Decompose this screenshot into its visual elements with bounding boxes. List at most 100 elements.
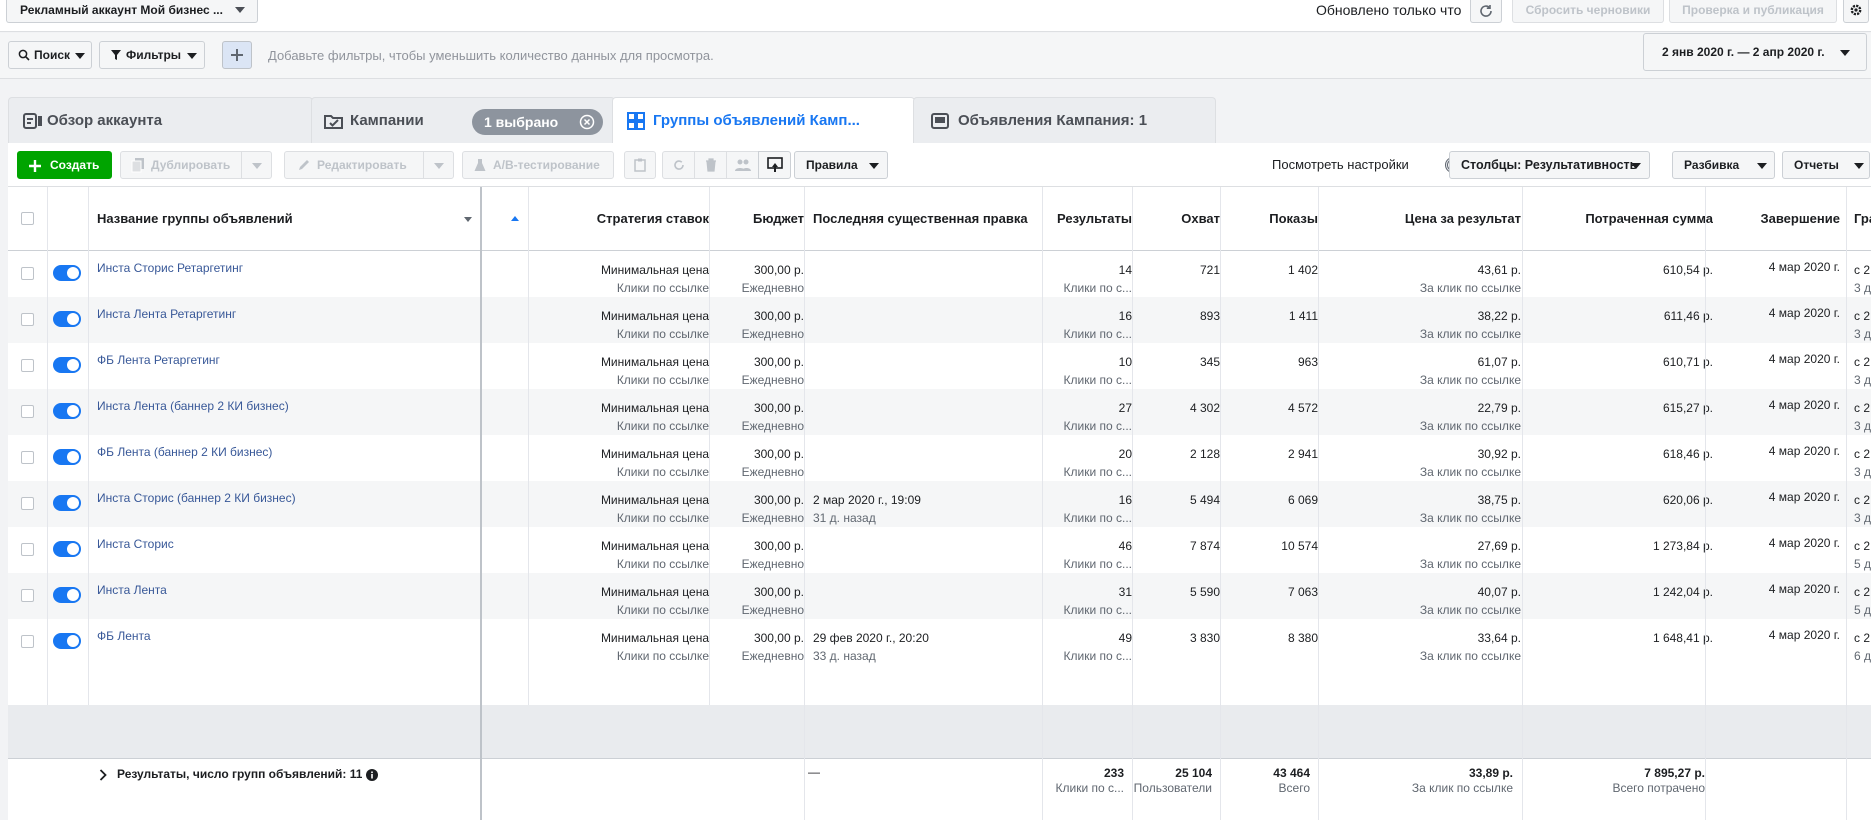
row-checkbox[interactable] <box>21 497 34 510</box>
campaign-folder-icon <box>324 115 343 129</box>
settings-button[interactable] <box>1843 0 1869 23</box>
impressions: 963 <box>1297 355 1318 369</box>
sort-asc-icon[interactable] <box>511 216 519 221</box>
ad-set-status-toggle[interactable] <box>53 449 81 465</box>
ad-set-name[interactable]: Инста Сторис <box>97 537 472 551</box>
selected-badge[interactable]: 1 выбрано <box>472 109 603 135</box>
rules-button[interactable]: Правила <box>794 151 888 179</box>
search-button[interactable]: Поиск <box>8 41 92 69</box>
ad-set-status-toggle[interactable] <box>53 587 81 603</box>
bid-strategy: Минимальная цена <box>600 447 709 461</box>
table-row[interactable]: ФБ Лента Минимальная цена Клики по ссылке 3… <box>8 619 1871 665</box>
tab-account-overview[interactable]: Обзор аккаунта <box>8 97 313 143</box>
edit-button[interactable]: Редактировать <box>284 151 454 179</box>
row-checkbox[interactable] <box>21 405 34 418</box>
discard-drafts-button[interactable]: Сбросить черновики <box>1512 0 1664 23</box>
table-row[interactable]: Инста Сторис Минимальная цена Клики по ссы… <box>8 527 1871 573</box>
row-checkbox[interactable] <box>21 451 34 464</box>
row-checkbox[interactable] <box>21 589 34 602</box>
ad-set-name[interactable]: Инста Лента <box>97 583 472 597</box>
col-amount-spent[interactable]: Потраченная сумма <box>1530 187 1713 251</box>
result-type: Клики по с... <box>1063 649 1133 663</box>
ad-set-status-toggle[interactable] <box>53 495 81 511</box>
audience-button[interactable] <box>726 151 759 179</box>
info-icon[interactable] <box>366 769 378 781</box>
ad-set-status-toggle[interactable] <box>53 633 81 649</box>
col-reach[interactable]: Охват <box>1140 187 1220 251</box>
ad-set-status-toggle[interactable] <box>53 311 81 327</box>
table-row[interactable]: Инста Сторис (баннер 2 КИ бизнес) Минимал… <box>8 481 1871 527</box>
col-ends[interactable]: Завершение <box>1726 187 1840 251</box>
result-type: Клики по с... <box>1063 511 1133 525</box>
ad-set-name[interactable]: Инста Лента (баннер 2 КИ бизнес) <box>97 399 472 413</box>
col-name[interactable]: Название группы объявлений <box>97 187 293 251</box>
row-checkbox[interactable] <box>21 267 34 280</box>
schedule: с 2 <box>1854 493 1871 507</box>
row-checkbox[interactable] <box>21 543 34 556</box>
cost-per-result-type: За клик по ссылке <box>1419 281 1521 295</box>
table-row[interactable]: Инста Сторис Ретаргетинг Минимальная цена… <box>8 251 1871 297</box>
budget-type: Ежедневно <box>741 419 804 433</box>
ad-set-name[interactable]: Инста Сторис (баннер 2 КИ бизнес) <box>97 491 472 505</box>
ad-set-name[interactable]: Инста Сторис Ретаргетинг <box>97 261 472 275</box>
row-checkbox[interactable] <box>21 635 34 648</box>
budget: 300,00 р. <box>753 309 804 323</box>
schedule-duration: 6 д <box>1854 649 1871 663</box>
result-type: Клики по с... <box>1063 465 1133 479</box>
table-row[interactable]: Инста Лента (баннер 2 КИ бизнес) Минималь… <box>8 389 1871 435</box>
ad-set-name[interactable]: ФБ Лента <box>97 629 472 643</box>
col-cost-per-result[interactable]: Цена за результат <box>1326 187 1521 251</box>
reach: 3 830 <box>1189 631 1220 645</box>
filters-button[interactable]: Фильтры <box>99 41 205 69</box>
col-last-edit[interactable]: Последняя существенная правка <box>813 187 1045 251</box>
table-row[interactable]: Инста Лента Ретаргетинг Минимальная цена К… <box>8 297 1871 343</box>
archive-button[interactable] <box>624 151 656 179</box>
tab-ads[interactable]: Объявления Кампания: 1 <box>913 97 1216 143</box>
gear-icon <box>1850 4 1862 16</box>
row-checkbox[interactable] <box>21 313 34 326</box>
ad-set-status-toggle[interactable] <box>53 265 81 281</box>
columns-button[interactable]: Столбцы: Результативность <box>1449 151 1650 179</box>
col-budget[interactable]: Бюджет <box>720 187 804 251</box>
review-publish-button[interactable]: Проверка и публикация <box>1669 0 1837 23</box>
duplicate-button[interactable]: Дублировать <box>120 151 272 179</box>
refresh-button[interactable] <box>1470 0 1502 23</box>
col-schedule[interactable]: Гра <box>1854 187 1871 251</box>
sort-desc-icon[interactable] <box>464 217 472 222</box>
tab-campaigns[interactable]: Кампании 1 выбрано <box>311 97 615 143</box>
chevron-right-icon[interactable] <box>99 769 107 781</box>
chevron-down-icon <box>1631 163 1641 169</box>
ad-set-name[interactable]: Инста Лента Ретаргетинг <box>97 307 472 321</box>
col-impressions[interactable]: Показы <box>1228 187 1318 251</box>
create-button[interactable]: Создать <box>17 151 112 179</box>
table-row[interactable]: Инста Лента Минимальная цена Клики по ссыл… <box>8 573 1871 619</box>
breakdown-button[interactable]: Разбивка <box>1672 151 1775 179</box>
delete-button[interactable] <box>694 151 727 179</box>
cost-per-result: 43,61 р. <box>1477 263 1521 277</box>
preview-button[interactable] <box>758 151 791 179</box>
bid-optimization: Клики по ссылке <box>616 327 709 341</box>
ad-set-name[interactable]: ФБ Лента (баннер 2 КИ бизнес) <box>97 445 472 459</box>
undo-button[interactable] <box>662 151 695 179</box>
ad-set-name[interactable]: ФБ Лента Ретаргетинг <box>97 353 472 367</box>
tab-ad-sets[interactable]: Группы объявлений Камп... <box>612 97 915 144</box>
table-row[interactable]: ФБ Лента Ретаргетинг Минимальная цена Клик… <box>8 343 1871 389</box>
col-results[interactable]: Результаты <box>1050 187 1132 251</box>
col-bid-strategy[interactable]: Стратегия ставок <box>537 187 709 251</box>
row-checkbox[interactable] <box>21 359 34 372</box>
clear-selection-icon[interactable] <box>579 114 595 130</box>
tab-label: Кампании <box>350 112 424 129</box>
account-selector[interactable]: Рекламный аккаунт Мой бизнес ... <box>6 0 258 23</box>
select-all-checkbox[interactable] <box>21 212 34 225</box>
reports-button[interactable]: Отчеты <box>1782 151 1870 179</box>
amount-spent: 1 242,04 р. <box>1652 585 1713 599</box>
ad-set-status-toggle[interactable] <box>53 403 81 419</box>
ad-set-status-toggle[interactable] <box>53 541 81 557</box>
ad-set-status-toggle[interactable] <box>53 357 81 373</box>
add-filter-button[interactable] <box>222 41 252 69</box>
end-date: 4 мар 2020 г. <box>1768 398 1840 412</box>
date-range-picker[interactable]: 2 янв 2020 г. — 2 апр 2020 г. <box>1643 33 1867 71</box>
ab-test-button[interactable]: A/B-тестирование <box>462 151 614 179</box>
schedule: с 2 <box>1854 401 1871 415</box>
table-row[interactable]: ФБ Лента (баннер 2 КИ бизнес) Минимальная… <box>8 435 1871 481</box>
